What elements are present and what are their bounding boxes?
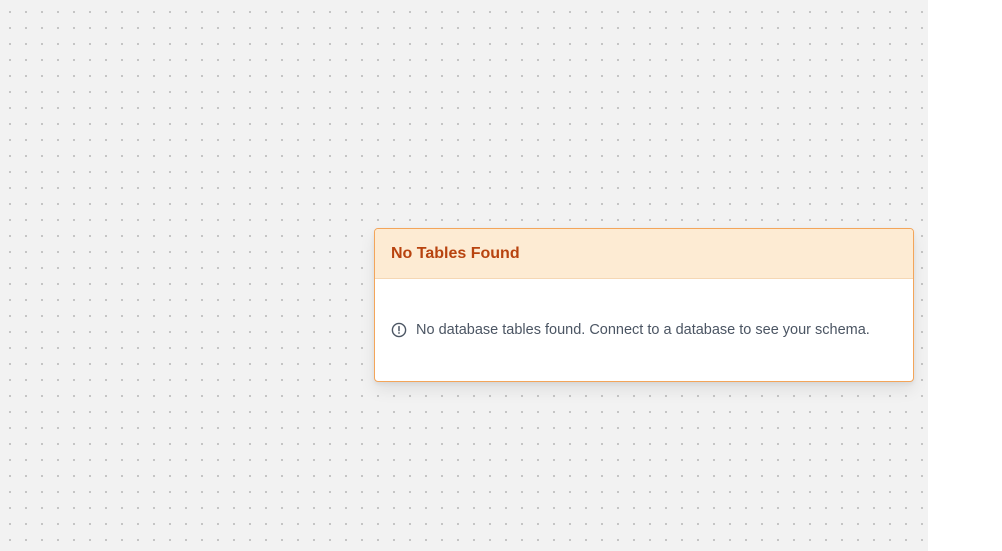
node-title: No Tables Found bbox=[391, 244, 520, 262]
node-header: No Tables Found bbox=[375, 229, 913, 279]
right-gutter bbox=[928, 0, 1002, 551]
alert-circle-icon bbox=[391, 322, 407, 338]
empty-message-text: No database tables found. Connect to a d… bbox=[416, 322, 870, 338]
empty-state-node[interactable]: No Tables Found No database tables found… bbox=[374, 228, 914, 382]
node-body: No database tables found. Connect to a d… bbox=[375, 279, 913, 381]
empty-message: No database tables found. Connect to a d… bbox=[391, 322, 870, 338]
